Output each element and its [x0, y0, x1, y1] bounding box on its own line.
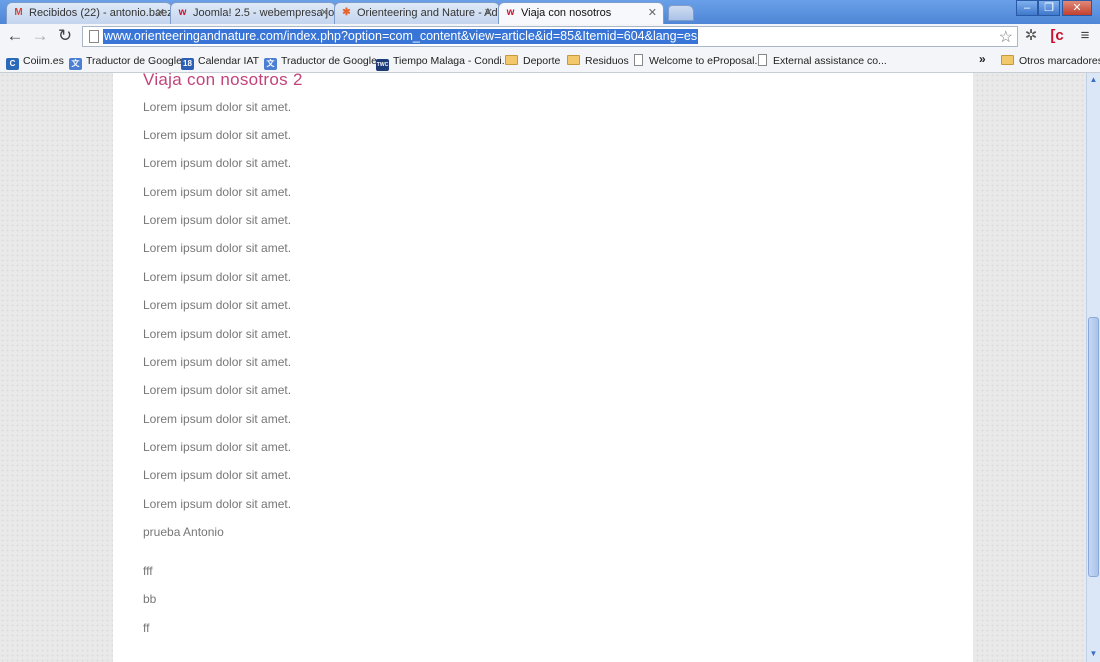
- close-window-button[interactable]: ✕: [1062, 0, 1092, 16]
- star-icon[interactable]: ☆: [999, 27, 1013, 47]
- bookmark-folder[interactable]: Residuos: [567, 53, 629, 69]
- page-icon: [89, 30, 99, 43]
- back-button[interactable]: ←: [5, 26, 25, 46]
- tab-label: Recibidos (22) - antonio.baez: [29, 7, 172, 19]
- url-text[interactable]: www.orienteeringandnature.com/index.php?…: [103, 29, 699, 44]
- vertical-scrollbar[interactable]: ▲ ▼: [1086, 73, 1100, 662]
- bookmark-label: Otros marcadores: [1019, 55, 1100, 67]
- article-paragraph: Lorem ipsum dolor sit amet.: [143, 100, 292, 114]
- browser-tab[interactable]: M Recibidos (22) - antonio.baez ✕: [6, 2, 172, 24]
- article-paragraph: Lorem ipsum dolor sit amet.: [143, 185, 292, 199]
- browser-tab[interactable]: ✱ Orienteering and Nature - Ad ✕: [334, 2, 500, 24]
- browser-toolbar: ← → ↻ www.orienteeringandnature.com/inde…: [0, 24, 1100, 51]
- tab-label: Viaja con nosotros: [521, 7, 612, 19]
- tab-strip: M Recibidos (22) - antonio.baez ✕ w Joom…: [0, 0, 1100, 24]
- article-title: Viaja con nosotros 2: [143, 73, 303, 89]
- bookmark-item[interactable]: 18 Calendar IAT: [181, 53, 260, 70]
- page-icon: [758, 54, 767, 66]
- article-paragraph: Lorem ipsum dolor sit amet.: [143, 298, 292, 312]
- bookmark-label: Calendar IAT: [198, 55, 260, 67]
- extension-c-icon[interactable]: [c: [1046, 27, 1068, 45]
- bookmark-item[interactable]: External assistance co...: [758, 53, 887, 69]
- browser-tab-active[interactable]: w Viaja con nosotros ✕: [498, 2, 664, 24]
- bookmark-item[interactable]: 文 Traductor de Google: [264, 53, 377, 70]
- webempresa-icon: w: [506, 7, 515, 18]
- tab-label: Orienteering and Nature - Ad: [357, 7, 498, 19]
- bookmark-label: Tiempo Malaga - Condi...: [393, 55, 511, 67]
- browser-tab[interactable]: w Joomla! 2.5 - webempresa jo ✕: [170, 2, 336, 24]
- bookmarks-overflow-button[interactable]: »: [979, 51, 986, 67]
- article-paragraph: Lorem ipsum dolor sit amet.: [143, 383, 292, 397]
- address-bar[interactable]: www.orienteeringandnature.com/index.php?…: [82, 26, 1018, 47]
- article-paragraph: Lorem ipsum dolor sit amet.: [143, 440, 292, 454]
- article-paragraph: Lorem ipsum dolor sit amet.: [143, 497, 292, 511]
- folder-icon: [1001, 55, 1014, 65]
- article-paragraph: Lorem ipsum dolor sit amet.: [143, 128, 292, 142]
- bookmark-label: Coiim.es: [23, 55, 64, 67]
- minimize-button[interactable]: –: [1016, 0, 1038, 16]
- article-paragraph: Lorem ipsum dolor sit amet.: [143, 241, 292, 255]
- close-icon[interactable]: ✕: [320, 3, 329, 23]
- calendar-icon: 18: [181, 58, 194, 70]
- bookmark-label: External assistance co...: [773, 55, 887, 67]
- bookmark-folder[interactable]: Deporte: [505, 53, 560, 69]
- article-paragraph: Lorem ipsum dolor sit amet.: [143, 327, 292, 341]
- close-icon[interactable]: ✕: [156, 3, 165, 23]
- bookmark-label: Traductor de Google: [281, 55, 377, 67]
- article-paragraph: Lorem ipsum dolor sit amet.: [143, 468, 292, 482]
- bookmark-label: Residuos: [585, 55, 629, 67]
- webempresa-icon: w: [178, 7, 187, 18]
- article-paragraph: Lorem ipsum dolor sit amet.: [143, 213, 292, 227]
- bookmark-item[interactable]: TWC Tiempo Malaga - Condi...: [376, 53, 511, 71]
- bookmark-item[interactable]: Welcome to eProposal.: [634, 53, 757, 69]
- page-viewport: Viaja con nosotros 2 Lorem ipsum dolor s…: [0, 73, 1086, 662]
- scroll-up-arrow[interactable]: ▲: [1087, 73, 1100, 87]
- bookmark-item[interactable]: C Coiim.es: [6, 53, 64, 70]
- google-translate-icon: 文: [69, 58, 82, 70]
- google-translate-icon: 文: [264, 58, 277, 70]
- bookmarks-bar: C Coiim.es 文 Traductor de Google 18 Calenda…: [0, 50, 1100, 73]
- article-paragraph: prueba Antonio: [143, 525, 224, 539]
- maximize-button[interactable]: ❐: [1038, 0, 1060, 16]
- joomla-icon: ✱: [342, 7, 351, 18]
- scroll-thumb[interactable]: [1088, 317, 1099, 577]
- forward-button[interactable]: →: [30, 26, 50, 46]
- scroll-down-arrow[interactable]: ▼: [1087, 647, 1100, 661]
- gmail-icon: M: [14, 7, 23, 18]
- bookmark-label: Deporte: [523, 55, 561, 67]
- reload-button[interactable]: ↻: [55, 26, 75, 46]
- bookmark-item[interactable]: 文 Traductor de Google: [69, 53, 182, 70]
- folder-icon: [505, 55, 518, 65]
- tab-label: Joomla! 2.5 - webempresa jo: [193, 7, 335, 19]
- close-icon[interactable]: ✕: [484, 3, 493, 23]
- twc-icon: TWC: [376, 59, 389, 71]
- coiim-icon: C: [6, 58, 19, 70]
- article-paragraph: ff: [143, 621, 150, 635]
- article-paragraph: fff: [143, 564, 153, 578]
- menu-icon[interactable]: ≡: [1076, 27, 1094, 45]
- other-bookmarks-folder[interactable]: Otros marcadores: [1001, 53, 1100, 69]
- article-paragraph: Lorem ipsum dolor sit amet.: [143, 156, 292, 170]
- new-tab-button[interactable]: [668, 5, 694, 21]
- extension-icon[interactable]: ✲: [1022, 27, 1040, 45]
- article-content: Viaja con nosotros 2 Lorem ipsum dolor s…: [113, 73, 973, 662]
- article-paragraph: bb: [143, 592, 157, 606]
- close-icon[interactable]: ✕: [648, 3, 657, 23]
- page-icon: [634, 54, 643, 66]
- folder-icon: [567, 55, 580, 65]
- bookmark-label: Traductor de Google: [86, 55, 182, 67]
- article-paragraph: Lorem ipsum dolor sit amet.: [143, 355, 292, 369]
- article-paragraph: Lorem ipsum dolor sit amet.: [143, 270, 292, 284]
- article-paragraph: Lorem ipsum dolor sit amet.: [143, 412, 292, 426]
- bookmark-label: Welcome to eProposal.: [649, 55, 758, 67]
